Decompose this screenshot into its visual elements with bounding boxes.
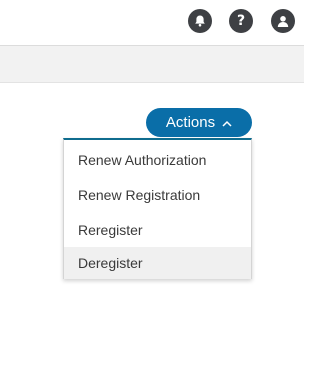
secondary-bar: [0, 46, 304, 83]
top-header: ?: [0, 0, 304, 46]
chevron-up-icon: [222, 114, 232, 131]
menu-item-renew-authorization[interactable]: Renew Authorization: [64, 142, 251, 177]
menu-item-label: Renew Registration: [78, 186, 201, 203]
actions-dropdown-menu: Renew Authorization Renew Registration R…: [63, 138, 252, 279]
help-glyph: ?: [236, 13, 246, 29]
actions-label: Actions: [165, 114, 216, 131]
menu-item-label: Renew Authorization: [78, 151, 207, 168]
menu-item-label: Reregister: [78, 221, 143, 238]
user-icon[interactable]: [271, 9, 295, 33]
help-icon[interactable]: ?: [229, 9, 253, 33]
bell-icon[interactable]: [188, 9, 212, 33]
bell-icon-graphic: [195, 15, 205, 27]
menu-item-renew-registration[interactable]: Renew Registration: [64, 177, 251, 212]
menu-item-label: Deregister: [78, 255, 143, 271]
user-icon-graphic: [277, 16, 289, 27]
menu-item-reregister[interactable]: Reregister: [64, 212, 251, 247]
actions-button[interactable]: Actions: [146, 108, 252, 137]
menu-item-deregister[interactable]: Deregister: [64, 247, 251, 279]
